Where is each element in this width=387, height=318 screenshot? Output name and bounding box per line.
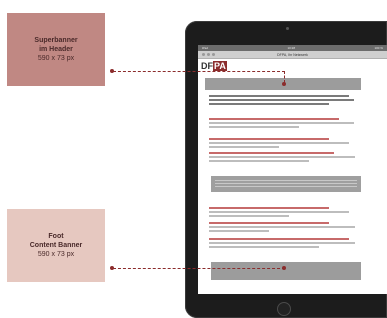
foot-banner-subtitle: Content Banner — [29, 242, 83, 249]
superbanner-label-box: Superbanner im Header 590 x 73 px — [7, 13, 105, 86]
superbanner-connector-drop — [284, 71, 285, 83]
foot-banner-label-box: Foot Content Banner 590 x 73 px — [7, 209, 105, 282]
browser-address-bar[interactable]: DFPA, Ihr Netzwerk — [198, 51, 387, 59]
camera-icon — [286, 27, 289, 30]
article-item[interactable] — [209, 152, 359, 164]
foot-banner-size: 590 x 73 px — [37, 251, 75, 258]
superbanner-subtitle: im Header — [39, 46, 73, 53]
logo-pa: PA — [213, 61, 227, 71]
browser-nav-icons[interactable] — [202, 53, 215, 56]
foot-banner-connector-end — [282, 266, 286, 270]
article-item[interactable] — [209, 238, 359, 250]
home-button[interactable] — [277, 302, 291, 316]
intro-text — [209, 95, 359, 107]
article-item[interactable] — [209, 207, 359, 219]
superbanner-connector-line — [113, 71, 285, 72]
content-banner-placeholder[interactable] — [211, 176, 361, 192]
article-item[interactable] — [209, 118, 359, 130]
article-item[interactable] — [209, 138, 359, 150]
superbanner-size: 590 x 73 px — [37, 55, 75, 62]
article-item[interactable] — [209, 222, 359, 234]
status-carrier: iPad — [202, 46, 209, 50]
logo-df: DF — [201, 61, 213, 71]
site-logo[interactable]: DF PA — [201, 61, 227, 71]
page-url-title: DFPA, Ihr Netzwerk — [277, 52, 308, 57]
foot-banner-connector-line — [113, 268, 285, 269]
foot-banner-placeholder[interactable] — [211, 262, 361, 280]
superbanner-title: Superbanner — [34, 37, 78, 44]
foot-banner-title: Foot — [48, 233, 64, 240]
status-time: 10:28 — [287, 46, 295, 50]
status-battery: 100 % — [374, 46, 383, 50]
